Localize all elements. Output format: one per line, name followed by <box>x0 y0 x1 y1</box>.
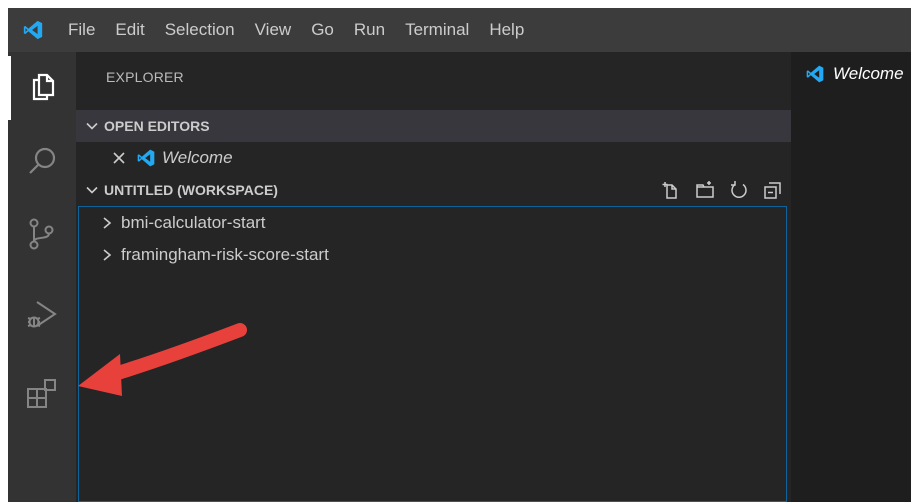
chevron-down-icon <box>80 119 104 133</box>
menu-file[interactable]: File <box>58 8 105 52</box>
menu-go[interactable]: Go <box>301 8 344 52</box>
explorer-title: EXPLORER <box>106 69 184 85</box>
files-icon <box>28 70 60 107</box>
vscode-file-icon <box>805 64 833 84</box>
workspace-actions <box>659 174 785 206</box>
vscode-window: File Edit Selection View Go Run Terminal… <box>8 8 911 502</box>
chevron-right-icon <box>101 248 121 262</box>
extensions-button[interactable] <box>8 364 76 428</box>
explorer-sidebar: EXPLORER OPEN EDITORS Welcome UNTITLED (… <box>76 52 791 502</box>
tab-label: Welcome <box>833 64 904 83</box>
search-icon <box>25 145 59 184</box>
explorer-button[interactable] <box>8 56 76 120</box>
collapse-all-icon[interactable] <box>761 178 785 202</box>
search-button[interactable] <box>8 132 76 196</box>
open-editor-item[interactable]: Welcome <box>76 142 791 174</box>
menu-terminal[interactable]: Terminal <box>395 8 479 52</box>
open-editors-header[interactable]: OPEN EDITORS <box>76 110 791 142</box>
extensions-icon <box>24 376 60 417</box>
new-folder-icon[interactable] <box>693 178 717 202</box>
tree-item-label: bmi-calculator-start <box>121 213 266 232</box>
tab-welcome[interactable]: Welcome <box>791 52 911 96</box>
menu-help[interactable]: Help <box>479 8 534 52</box>
refresh-icon[interactable] <box>727 178 751 202</box>
menu-edit[interactable]: Edit <box>105 8 154 52</box>
editor-area: Welcome <box>791 52 911 502</box>
vscode-logo-icon <box>8 8 58 52</box>
workspace-header[interactable]: UNTITLED (WORKSPACE) <box>76 174 791 206</box>
menu-view[interactable]: View <box>245 8 302 52</box>
menu-bar: File Edit Selection View Go Run Terminal… <box>8 8 911 52</box>
run-debug-button[interactable] <box>8 284 76 348</box>
source-control-icon <box>25 216 59 257</box>
activity-bar <box>8 52 76 502</box>
workspace-tree: bmi-calculator-start framingham-risk-sco… <box>78 206 787 502</box>
open-editors-label: OPEN EDITORS <box>104 118 210 134</box>
close-icon[interactable] <box>112 151 136 165</box>
vscode-file-icon <box>136 148 162 168</box>
tree-item[interactable]: framingham-risk-score-start <box>79 239 786 271</box>
new-file-icon[interactable] <box>659 178 683 202</box>
menu-selection[interactable]: Selection <box>155 8 245 52</box>
workspace-label: UNTITLED (WORKSPACE) <box>104 182 278 198</box>
open-editor-label: Welcome <box>162 148 233 167</box>
tree-item[interactable]: bmi-calculator-start <box>79 207 786 239</box>
chevron-right-icon <box>101 216 121 230</box>
chevron-down-icon <box>80 183 104 197</box>
tree-item-label: framingham-risk-score-start <box>121 245 329 264</box>
source-control-button[interactable] <box>8 204 76 268</box>
menu-run[interactable]: Run <box>344 8 395 52</box>
run-debug-icon <box>24 296 60 337</box>
